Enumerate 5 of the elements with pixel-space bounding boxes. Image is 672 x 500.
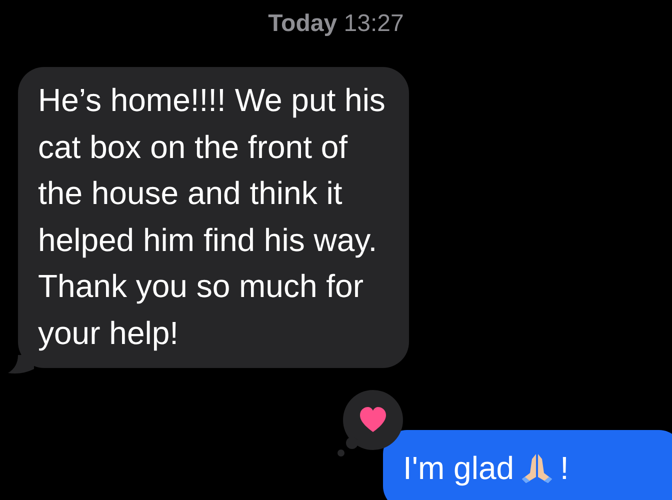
- timestamp: Today 13:27: [268, 10, 404, 37]
- bubble-tail: [8, 355, 34, 375]
- received-message-bubble: He’s home!!!! We put his cat box on the front of the house and think it helped him find his way. Thank you so much for your help!: [18, 67, 410, 368]
- message-text: !: [560, 449, 569, 488]
- message-text: I'm glad: [403, 449, 514, 488]
